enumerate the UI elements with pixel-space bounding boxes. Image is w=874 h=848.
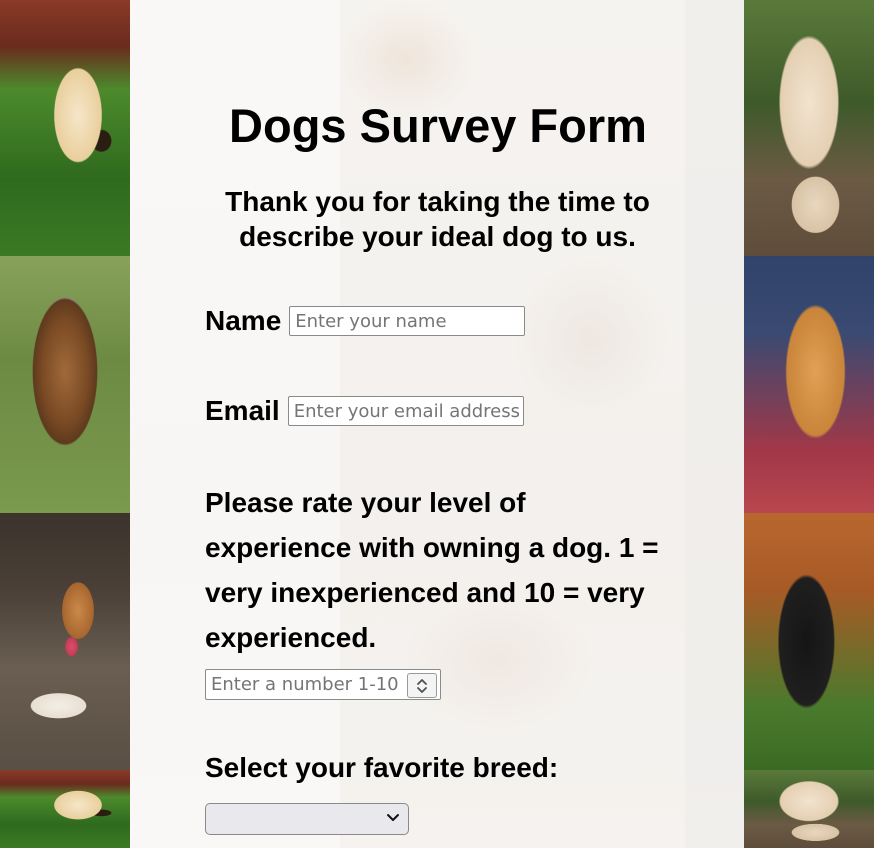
newfoundland-photo (744, 513, 874, 770)
experience-number-input[interactable]: Enter a number 1-10 (205, 669, 441, 700)
name-label: Name (205, 305, 282, 336)
puppy-photo (0, 0, 130, 256)
email-placeholder: Enter your email address (293, 400, 521, 422)
name-placeholder: Enter your name (295, 310, 447, 332)
spinner-arrows-icon[interactable] (407, 673, 437, 698)
number-placeholder: Enter a number 1-10 (211, 674, 399, 695)
pomeranian-photo (744, 256, 874, 513)
email-input[interactable]: Enter your email address (287, 396, 524, 426)
beagle-photo (0, 513, 130, 770)
breed-select[interactable] (205, 803, 409, 835)
yorkie-photo (0, 256, 130, 513)
poodle-photo-repeat (744, 770, 874, 848)
form-description: Thank you for taking the time to describ… (225, 186, 650, 252)
breed-label: Select your favorite breed: (205, 752, 559, 783)
chevron-down-icon (387, 814, 399, 821)
name-row: Name Enter your name (205, 305, 526, 337)
poodle-photo (744, 0, 874, 256)
email-label: Email (205, 395, 280, 426)
email-row: Email Enter your email address (205, 395, 524, 427)
page-title: Dogs Survey Form (229, 99, 647, 152)
name-input[interactable]: Enter your name (289, 306, 526, 336)
puppy-photo-repeat (0, 770, 130, 848)
experience-rating-label: Please rate your level of experience wit… (205, 487, 659, 653)
faded-photo-strip (685, 0, 744, 848)
